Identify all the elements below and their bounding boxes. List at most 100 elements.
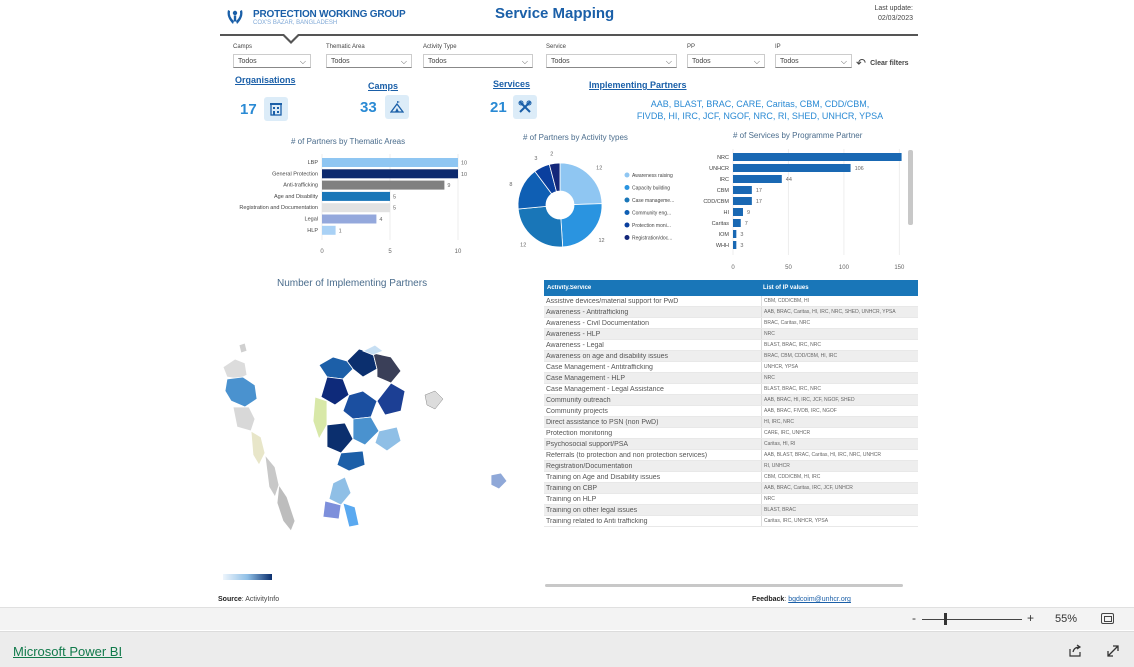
- table-row[interactable]: Registration/Documentation RI, UNHCR: [544, 461, 918, 472]
- chevron-down-icon: ⌵: [840, 57, 847, 66]
- filter-ip: IP Todos ⌵: [775, 44, 852, 68]
- clear-filters-button[interactable]: ↶ Clear filters: [856, 56, 909, 70]
- data-label: 1: [339, 228, 342, 234]
- column-header-ip[interactable]: List of IP values: [761, 280, 918, 296]
- ip-values-cell: AAB, BRAC, Caritas, HI, IRC, NRC, SHED, …: [761, 307, 918, 317]
- bar[interactable]: [322, 191, 390, 201]
- zoom-out-button[interactable]: -: [912, 611, 916, 625]
- implementing-partners-link[interactable]: Implementing Partners: [589, 80, 687, 90]
- table-row[interactable]: Case Management - Antitrafficking UNHCR, …: [544, 362, 918, 373]
- legend-swatch: [624, 235, 630, 240]
- building-icon: [264, 97, 288, 121]
- table-row[interactable]: Awareness - HLP NRC: [544, 329, 918, 340]
- table-horizontal-scrollbar[interactable]: [545, 584, 903, 587]
- filter-activity-type-select[interactable]: Todos ⌵: [423, 54, 533, 68]
- ip-values-cell: BLAST, BRAC: [761, 505, 918, 515]
- table-row[interactable]: Training on Age and Disability issues CBM…: [544, 472, 918, 483]
- clear-filters-label: Clear filters: [870, 59, 909, 67]
- category-label: Caritas: [712, 221, 730, 227]
- zoom-slider-track[interactable]: [922, 619, 1022, 620]
- map-legend: [223, 574, 272, 580]
- powerbi-footer: Microsoft Power BI: [0, 631, 1134, 667]
- filter-ip-select[interactable]: Todos ⌵: [775, 54, 852, 68]
- table-row[interactable]: Awareness - Antitrafficking AAB, BRAC, Ca…: [544, 307, 918, 318]
- powerbi-link[interactable]: Microsoft Power BI: [13, 644, 122, 659]
- filter-thematic-area: Thematic Area Todos ⌵: [326, 44, 412, 68]
- table-row[interactable]: Protection monitoring CARE, IRC, UNHCR: [544, 428, 918, 439]
- org-name: PROTECTION WORKING GROUP: [253, 9, 406, 20]
- x-tick-label: 150: [894, 265, 905, 271]
- legend-label: Community eng...: [632, 211, 671, 217]
- table-row[interactable]: Referrals (to protection and non protect…: [544, 450, 918, 461]
- bar[interactable]: [733, 164, 851, 172]
- table-row[interactable]: Training on HLP NRC: [544, 494, 918, 505]
- share-icon[interactable]: [1068, 644, 1082, 658]
- category-label: HLP: [307, 228, 318, 234]
- bar[interactable]: [322, 180, 445, 190]
- bar[interactable]: [733, 208, 743, 216]
- table-row[interactable]: Case Management - HLP NRC: [544, 373, 918, 384]
- source-note: Source: ActivityInfo: [218, 596, 280, 603]
- table-row[interactable]: Awareness - Legal BLAST, BRAC, IRC, NRC: [544, 340, 918, 351]
- category-label: Legal: [305, 217, 318, 223]
- fullscreen-icon[interactable]: [1106, 644, 1120, 658]
- x-tick-label: 0: [731, 265, 735, 271]
- activity-service-cell: Community projects: [546, 407, 608, 415]
- ip-list-line-2: FIVDB, HI, IRC, JCF, NGOF, NRC, RI, SHED…: [636, 111, 884, 121]
- category-label: Age and Disability: [274, 194, 318, 200]
- table-body: Assistive devices/material support for P…: [544, 296, 918, 527]
- filter-pp-select[interactable]: Todos ⌵: [687, 54, 765, 68]
- bar[interactable]: [733, 219, 741, 227]
- bar[interactable]: [733, 175, 782, 183]
- feedback-email-link[interactable]: bgdcoim@unhcr.org: [788, 596, 851, 603]
- table-row[interactable]: Community outreach AAB, BRAC, HI, IRC, JC…: [544, 395, 918, 406]
- table-row[interactable]: Training on CBP AAB, BRAC, Caritas, IRC, …: [544, 483, 918, 494]
- bar[interactable]: [322, 214, 377, 224]
- activity-service-cell: Case Management - HLP: [546, 374, 625, 382]
- table-row[interactable]: Psychosocial support/PSA Caritas, HI, RI: [544, 439, 918, 450]
- table-row[interactable]: Community projects AAB, BRAC, FIVDB, IRC,…: [544, 406, 918, 417]
- ip-values-cell: AAB, BRAC, FIVDB, IRC, NGOF: [761, 406, 918, 416]
- bar[interactable]: [322, 225, 336, 235]
- camps-choropleth-map[interactable]: [215, 335, 515, 535]
- ip-values-cell: HI, IRC, NRC: [761, 417, 918, 427]
- bar[interactable]: [733, 153, 902, 161]
- pie-slice[interactable]: [560, 203, 603, 248]
- chevron-down-icon: ⌵: [299, 57, 306, 66]
- category-label: IRC: [720, 177, 730, 183]
- bar[interactable]: [322, 203, 390, 213]
- bar[interactable]: [733, 197, 752, 205]
- filter-thematic-area-select[interactable]: Todos ⌵: [326, 54, 412, 68]
- services-link[interactable]: Services: [493, 79, 530, 89]
- organisations-link[interactable]: Organisations: [235, 75, 296, 85]
- bar[interactable]: [733, 230, 737, 238]
- bar[interactable]: [322, 158, 458, 167]
- map-title: Number of Implementing Partners: [277, 278, 428, 289]
- bar[interactable]: [733, 241, 737, 249]
- category-label: Anti-trafficking: [283, 183, 318, 189]
- table-row[interactable]: Training on other legal issues BLAST, BRA…: [544, 505, 918, 516]
- column-header-activity[interactable]: Activity.Service: [544, 285, 761, 291]
- filter-service-select[interactable]: Todos ⌵: [546, 54, 677, 68]
- table-row[interactable]: Case Management - Legal Assistance BLAST,…: [544, 384, 918, 395]
- chart-services-by-programme-partner: 050100150NRC152UNHCR106IRC44CBM17CDD/CBM…: [703, 149, 905, 271]
- filter-camps-select[interactable]: Todos ⌵: [233, 54, 311, 68]
- table-row[interactable]: Assistive devices/material support for P…: [544, 296, 918, 307]
- x-tick-label: 100: [839, 265, 850, 271]
- bar[interactable]: [733, 186, 752, 194]
- zoom-slider-handle[interactable]: [944, 613, 947, 625]
- filter-label: Thematic Area: [326, 44, 365, 50]
- table-row[interactable]: Direct assistance to PSN (non PwD) HI, IR…: [544, 417, 918, 428]
- chart-vertical-scrollbar[interactable]: [908, 150, 913, 225]
- activity-service-cell: Training related to Anti trafficking: [546, 517, 648, 525]
- legend-swatch: [624, 185, 630, 190]
- bar[interactable]: [322, 169, 458, 179]
- table-row[interactable]: Awareness - Civil Documentation BRAC, Car…: [544, 318, 918, 329]
- zoom-in-button[interactable]: +: [1027, 611, 1034, 625]
- pie-slice[interactable]: [517, 205, 564, 248]
- camps-link[interactable]: Camps: [368, 81, 398, 91]
- table-row[interactable]: Training related to Anti trafficking Cari…: [544, 516, 918, 527]
- fit-to-page-icon[interactable]: [1101, 613, 1114, 624]
- table-row[interactable]: Awareness on age and disability issues BR…: [544, 351, 918, 362]
- category-label: WHH: [716, 243, 729, 249]
